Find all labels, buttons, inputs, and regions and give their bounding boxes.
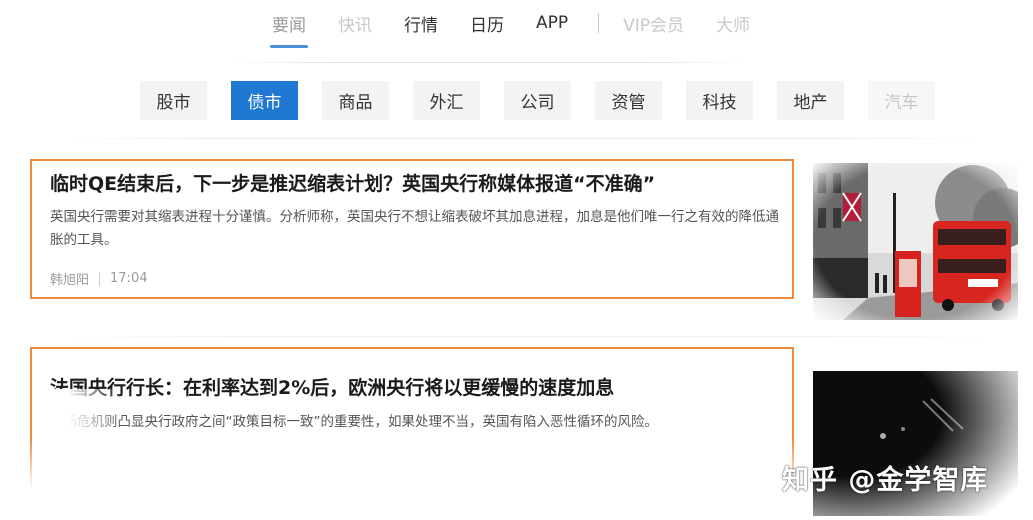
article-card[interactable]: 法国央行行长：在利率达到2%后，欧洲央行将以更缓慢的速度加息 这场危机则凸显央行… bbox=[30, 347, 794, 512]
tab-autos[interactable]: 汽车 bbox=[868, 81, 935, 120]
nav-item-calendar[interactable]: 日历 bbox=[468, 5, 506, 42]
meta-divider bbox=[99, 271, 101, 286]
tab-forex[interactable]: 外汇 bbox=[413, 81, 480, 120]
nav-item-news[interactable]: 要闻 bbox=[270, 5, 308, 48]
nav-item-master[interactable]: 大师 bbox=[714, 5, 752, 42]
tab-asset-mgmt[interactable]: 资管 bbox=[595, 81, 662, 120]
nav-item-app[interactable]: APP bbox=[534, 7, 570, 39]
fade-overlay bbox=[30, 437, 794, 512]
article-thumbnail[interactable] bbox=[813, 163, 1018, 320]
tab-real-estate[interactable]: 地产 bbox=[777, 81, 844, 120]
tab-companies[interactable]: 公司 bbox=[504, 81, 571, 120]
article-summary: 英国央行需要对其缩表进程十分谨慎。分析师称，英国央行不想让缩表破坏其加息进程，加… bbox=[50, 209, 779, 248]
article-author[interactable]: 韩旭阳 bbox=[50, 269, 89, 288]
article-headline[interactable]: 法国央行行长：在利率达到2%后，欧洲央行将以更缓慢的速度加息 bbox=[50, 373, 614, 400]
tab-bonds[interactable]: 债市 bbox=[231, 81, 298, 120]
top-nav: 要闻 快讯 行情 日历 APP VIP会员 大师 bbox=[270, 0, 780, 48]
article-summary: 这场危机则凸显央行政府之间“政策目标一致”的重要性，如果处理不当，英国有陷入恶性… bbox=[50, 414, 658, 430]
nav-divider bbox=[598, 13, 600, 33]
category-divider bbox=[60, 138, 980, 139]
article-card[interactable]: 临时QE结束后，下一步是推迟缩表计划？英国央行称媒体报道“不准确” 英国央行需要… bbox=[30, 159, 794, 299]
nav-item-market[interactable]: 行情 bbox=[402, 5, 440, 42]
article-headline[interactable]: 临时QE结束后，下一步是推迟缩表计划？英国央行称媒体报道“不准确” bbox=[50, 169, 655, 196]
category-tabs: 股市 债市 商品 外汇 公司 资管 科技 地产 汽车 bbox=[140, 81, 959, 120]
tab-commodities[interactable]: 商品 bbox=[322, 81, 389, 120]
article-meta: 韩旭阳 17:04 bbox=[50, 269, 147, 288]
tab-stocks[interactable]: 股市 bbox=[140, 81, 207, 120]
zhihu-watermark: 知乎 @金学智库 bbox=[782, 465, 989, 496]
article-divider bbox=[60, 336, 1000, 337]
nav-divider-line bbox=[230, 62, 750, 63]
london-street-image bbox=[813, 163, 1018, 320]
nav-item-flash[interactable]: 快讯 bbox=[336, 5, 374, 42]
article-time: 17:04 bbox=[110, 271, 148, 286]
tab-tech[interactable]: 科技 bbox=[686, 81, 753, 120]
nav-item-vip[interactable]: VIP会员 bbox=[621, 5, 686, 42]
